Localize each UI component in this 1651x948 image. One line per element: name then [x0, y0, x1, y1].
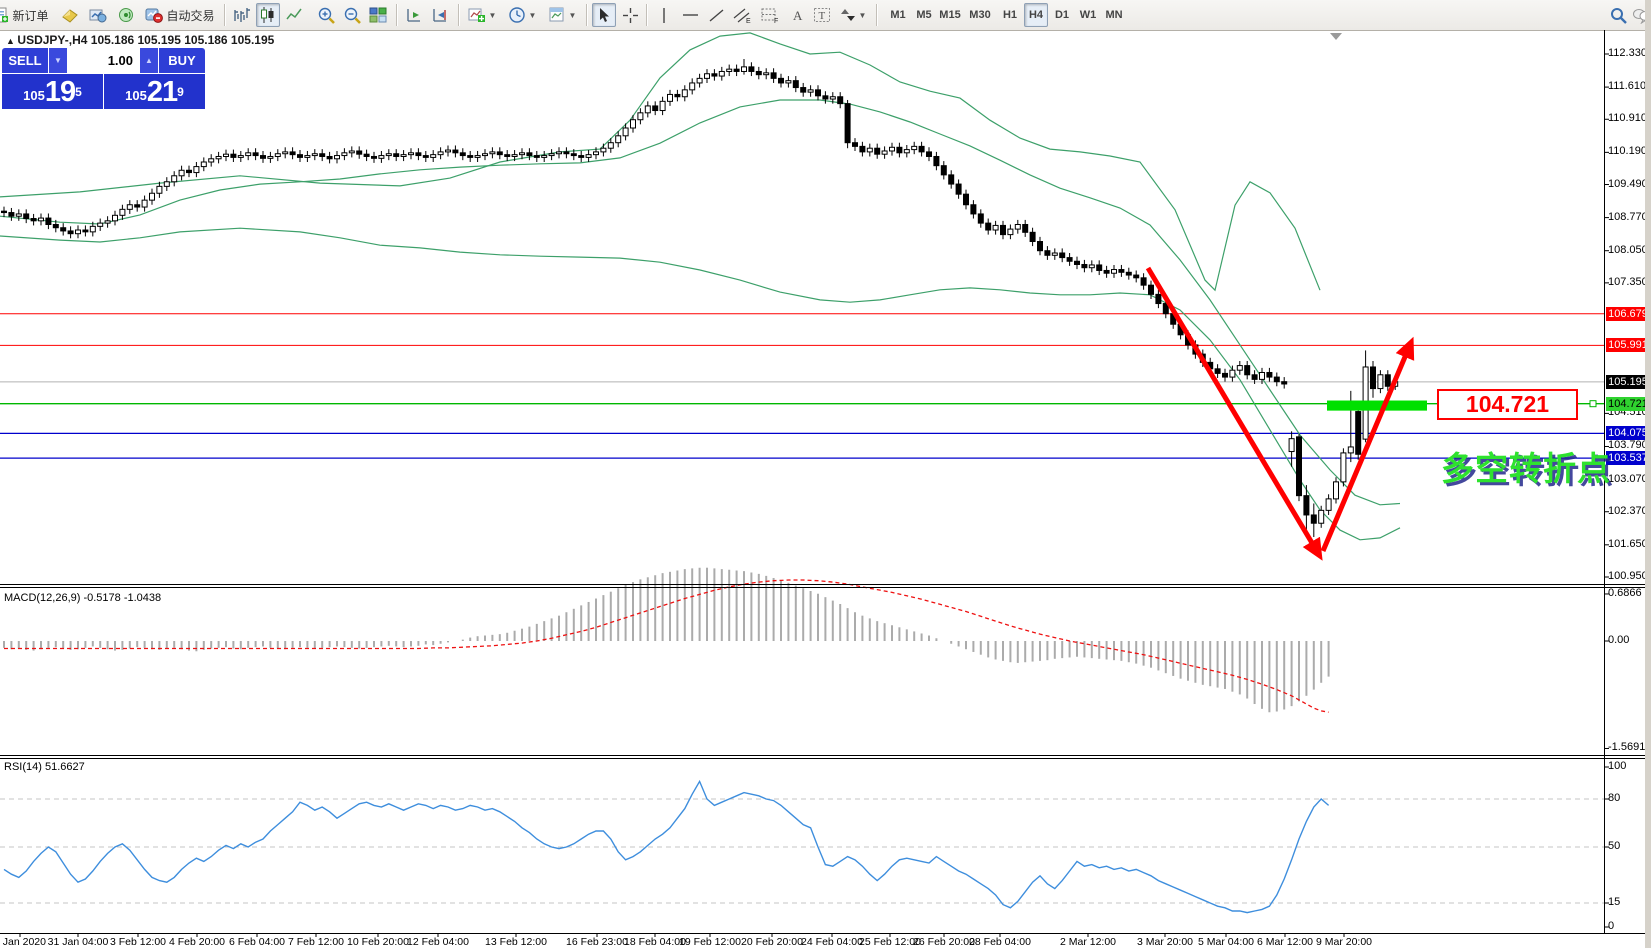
- sell-price-pips: 19: [45, 78, 75, 107]
- rsi-pane[interactable]: [0, 781, 1604, 912]
- collapse-triangle-icon[interactable]: ▲: [6, 36, 17, 46]
- sell-price-point: 5: [75, 77, 82, 107]
- sell-price-figure: 105: [23, 85, 45, 107]
- bollinger-lower: [0, 228, 1400, 540]
- buy-price-point: 9: [177, 77, 184, 107]
- sell-button[interactable]: SELL: [2, 48, 48, 73]
- volume-input[interactable]: 1.00: [68, 48, 139, 73]
- symbol-ohlc: 105.186 105.195 105.186 105.195: [91, 33, 275, 47]
- volume-decrease-button[interactable]: ▼: [49, 48, 67, 73]
- chart-area[interactable]: [0, 0, 1651, 948]
- trend-arrow[interactable]: [1148, 268, 1318, 553]
- buy-button[interactable]: BUY: [159, 48, 205, 73]
- sell-price[interactable]: 105195: [2, 74, 103, 109]
- one-click-trading-panel: SELL ▼ 1.00 ▲ BUY 105195 105219: [2, 48, 205, 109]
- chart-shift-marker[interactable]: [1330, 33, 1342, 40]
- price-pane[interactable]: [0, 33, 1604, 553]
- buy-price-pips: 21: [147, 78, 177, 107]
- trading-terminal: 新订单 自动交易: [0, 0, 1651, 948]
- pane-borders: [0, 30, 1645, 937]
- symbol-info-bar: ▲ USDJPY-,H4 105.186 105.195 105.186 105…: [6, 33, 274, 47]
- symbol-name: USDJPY-,H4: [17, 33, 87, 47]
- supply-zone[interactable]: [1327, 401, 1427, 411]
- line-handle[interactable]: [1590, 401, 1596, 407]
- volume-increase-button[interactable]: ▲: [140, 48, 158, 73]
- buy-price[interactable]: 105219: [104, 74, 205, 109]
- window-edge: [1645, 0, 1651, 948]
- buy-price-figure: 105: [125, 85, 147, 107]
- macd-signal-line: [4, 580, 1329, 712]
- macd-pane[interactable]: [4, 568, 1329, 713]
